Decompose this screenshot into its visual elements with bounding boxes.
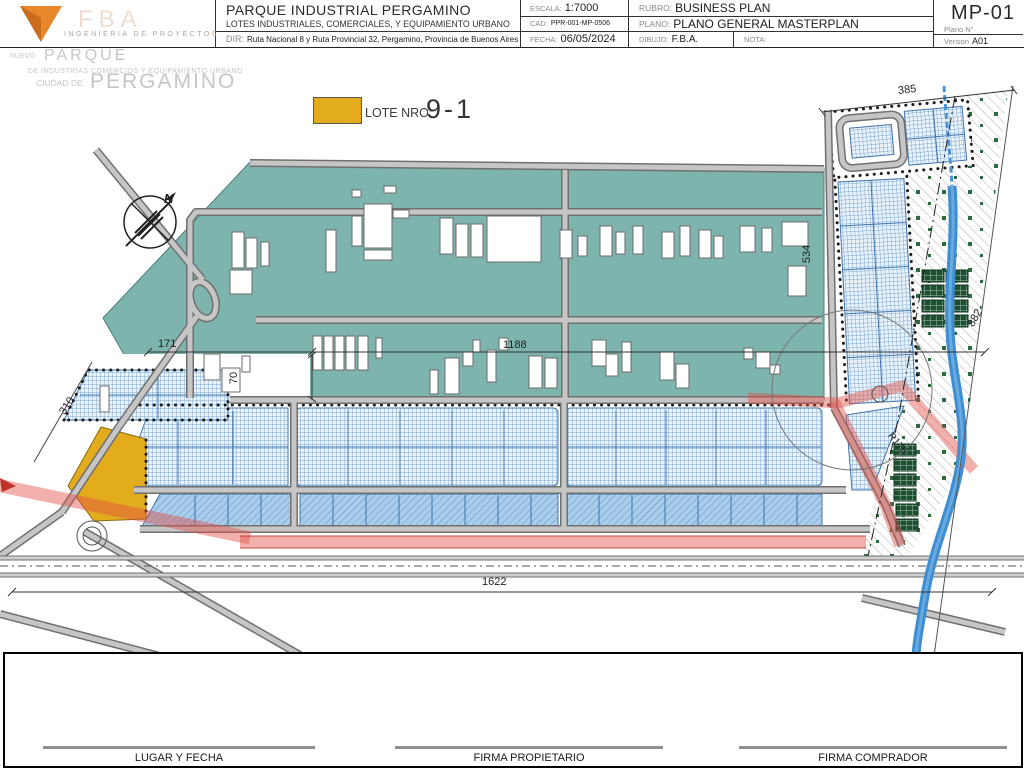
plano-label: PLANO: xyxy=(639,18,671,29)
cad-label: CAD: xyxy=(530,19,548,28)
signature-propietario: FIRMA PROPIETARIO xyxy=(395,746,663,764)
sheet-code: MP-01 xyxy=(951,1,1015,24)
plano-value: PLANO GENERAL MASTERPLAN xyxy=(673,16,859,31)
watermark-line3-big: PERGAMINO xyxy=(90,70,237,93)
top-right-block xyxy=(826,98,975,180)
lot-blocks-row-b xyxy=(139,493,823,531)
signature-label: FIRMA PROPIETARIO xyxy=(473,752,585,764)
watermark-line3-small: CIUDAD DE xyxy=(36,78,83,88)
legend-swatch xyxy=(313,97,362,124)
company-tagline: INGENIERIA DE PROYECTOS xyxy=(64,31,220,38)
legend-value: 9-1 xyxy=(426,94,475,124)
fecha-label: FECHA: xyxy=(530,34,558,44)
signature-lugar-fecha: LUGAR Y FECHA xyxy=(43,746,315,764)
fecha-value: 06/05/2024 xyxy=(560,33,616,45)
dir-label: DIR: xyxy=(226,34,244,44)
signature-line xyxy=(739,746,1007,749)
rubro-value: BUSINESS PLAN xyxy=(675,1,771,15)
signature-line xyxy=(395,746,663,749)
nota-label: NOTA: xyxy=(744,34,767,44)
dibujo-value: F.B.A. xyxy=(671,33,699,45)
signature-label: LUGAR Y FECHA xyxy=(134,752,224,764)
dim-70: 70 xyxy=(228,371,241,385)
dim-1188: 1188 xyxy=(503,339,527,351)
sheet-no-label: Plano N° xyxy=(944,24,974,34)
dim-171: 171 xyxy=(158,338,177,350)
escala-value: 1:7000 xyxy=(564,2,599,14)
watermark-line1-big: PARQUE xyxy=(44,47,129,64)
company-name: FBA xyxy=(78,6,143,33)
right-lot-strip xyxy=(833,174,921,408)
signature-label: FIRMA COMPRADOR xyxy=(818,752,928,764)
company-logo-icon xyxy=(20,6,62,42)
dibujo-label: DIBUJO: xyxy=(639,34,669,44)
signature-box: LUGAR Y FECHA FIRMA PROPIETARIO FIRMA CO… xyxy=(3,652,1023,768)
project-subtitle: LOTES INDUSTRIALES, COMERCIALES, Y EQUIP… xyxy=(226,19,510,29)
cad-value: PPR-001-MP-0506 xyxy=(550,20,611,27)
north-label: N xyxy=(164,191,174,206)
project-title: PARQUE INDUSTRIAL PERGAMINO xyxy=(226,1,471,18)
title-block: FBA INGENIERIA DE PROYECTOS PARQUE INDUS… xyxy=(0,0,1024,48)
legend-label: LOTE NRO: xyxy=(365,106,433,120)
version-label: Version xyxy=(944,36,970,46)
rubro-label: RUBRO: xyxy=(639,3,673,13)
lot-blocks-row-a xyxy=(121,405,905,491)
signature-comprador: FIRMA COMPRADOR xyxy=(739,746,1007,764)
watermark-line1-small: NUEVO xyxy=(10,53,35,60)
dim-385: 385 xyxy=(897,83,917,97)
signature-line xyxy=(43,746,315,749)
masterplan-sheet: FBA INGENIERIA DE PROYECTOS PARQUE INDUS… xyxy=(0,0,1024,768)
dir-value: Ruta Nacional 8 y Ruta Provincial 32, Pe… xyxy=(247,34,519,44)
escala-label: ESCALA: xyxy=(530,3,562,13)
dim-1622: 1622 xyxy=(482,576,507,588)
dim-534: 534 xyxy=(801,244,814,264)
version-value: A01 xyxy=(972,36,989,46)
